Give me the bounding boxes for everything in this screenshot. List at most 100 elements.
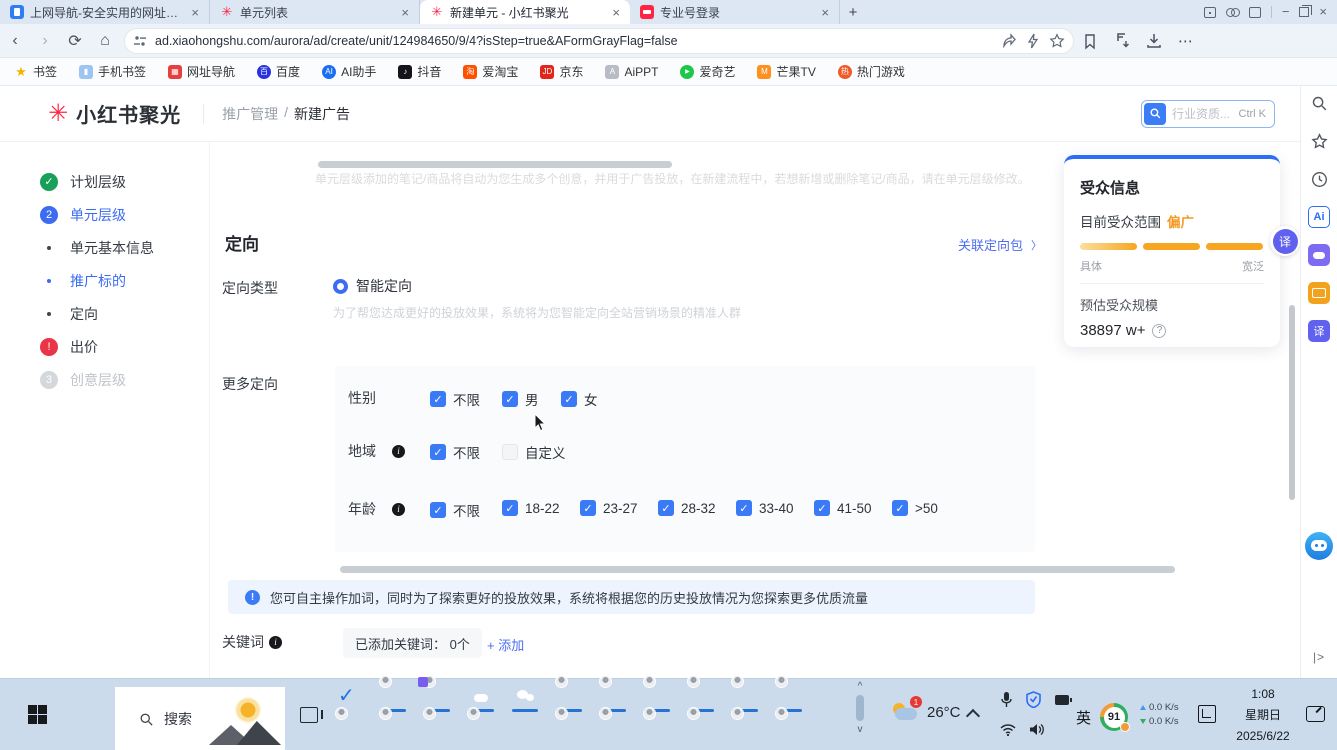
favorite-star-icon[interactable] (1049, 33, 1065, 49)
tab-close-icon[interactable]: × (819, 5, 831, 20)
scrollbar-thumb[interactable] (856, 695, 864, 721)
rail-favorites-icon[interactable] (1308, 130, 1330, 152)
checkbox-age-50plus[interactable]: ✓>50 (892, 500, 938, 516)
downloads-icon[interactable] (1145, 32, 1163, 50)
weather-sunrise-art[interactable] (209, 691, 281, 747)
hidden-icons-chevron[interactable] (966, 709, 980, 723)
taskbar-app-edge-profile[interactable] (646, 717, 668, 739)
step-promotion-target[interactable]: 推广标的 (0, 264, 209, 297)
breadcrumb-root[interactable]: 推广管理 (222, 104, 278, 124)
taskbar-clock[interactable]: 1:08 星期日 2025/6/22 (1226, 684, 1300, 747)
bookmark-baidu[interactable]: 百百度 (257, 63, 300, 80)
start-button[interactable] (28, 705, 47, 724)
taskbar-app-edge-profile[interactable] (602, 685, 624, 707)
taskbar-app-edge-profile[interactable] (470, 717, 492, 739)
taskbar-app-wechat[interactable] (514, 685, 536, 707)
taskbar-app-edge-profile[interactable] (338, 717, 360, 739)
taskbar-app-edge-profile[interactable] (602, 717, 624, 739)
bookmark-mgtv[interactable]: M芒果TV (757, 63, 815, 80)
taskbar-app-edge-profile[interactable] (734, 717, 756, 739)
checkbox-age-unlimited[interactable]: ✓不限 (430, 500, 480, 520)
task-view-button[interactable] (300, 707, 318, 723)
rail-ai-icon[interactable]: Ai (1308, 206, 1330, 228)
tab-new-unit-active[interactable]: 新建单元 - 小红书聚光 × (420, 0, 630, 24)
taskbar-app-edge-profile[interactable] (426, 717, 448, 739)
customer-service-chat-icon[interactable] (1305, 532, 1333, 560)
bookmark-iqiyi[interactable]: ▶爱奇艺 (680, 63, 735, 80)
taskbar-overflow-scrollbar[interactable]: ^ v (852, 681, 868, 749)
forward-button[interactable]: › (30, 32, 60, 50)
lightning-icon[interactable] (1025, 33, 1041, 49)
bookmark-ai[interactable]: AIAI助手 (322, 63, 376, 80)
address-bar[interactable]: ad.xiaohongshu.com/aurora/ad/create/unit… (124, 28, 1074, 54)
bookmark-shuqian[interactable]: ★书签 (14, 63, 57, 80)
rail-history-icon[interactable] (1308, 168, 1330, 190)
app-logo[interactable]: ✳ 小红书聚光 (48, 99, 181, 128)
appearance-icon[interactable] (1249, 7, 1261, 18)
checkbox-gender-male[interactable]: ✓男 (502, 389, 539, 409)
taskbar-app-edge-profile[interactable] (558, 685, 580, 707)
home-button[interactable]: ⌂ (90, 32, 120, 50)
smart-targeting-option[interactable]: 智能定向 (333, 276, 412, 296)
expand-panel-icon[interactable]: |> (1313, 650, 1325, 664)
bookmark-jd[interactable]: JD京东 (540, 63, 583, 80)
back-button[interactable]: ‹ (0, 32, 30, 50)
restore-button[interactable] (1299, 7, 1309, 17)
tab-nav-site[interactable]: 上网导航-安全实用的网址导航 × (0, 0, 210, 24)
browser-menu-icon[interactable]: ⋯ (1178, 32, 1194, 50)
checkbox-age-18-22[interactable]: ✓18-22 (502, 500, 560, 516)
ime-indicator[interactable]: 英 (1076, 707, 1091, 728)
vertical-scrollbar[interactable] (1289, 305, 1295, 500)
new-tab-button[interactable]: + (840, 0, 866, 24)
bookmark-games[interactable]: 热热门游戏 (838, 63, 905, 80)
browser-profiles-icon[interactable] (1226, 7, 1239, 17)
taskbar-app-edge-profile[interactable] (690, 685, 712, 707)
sidebar-panel-icon[interactable] (1204, 7, 1216, 18)
radio-selected-icon[interactable] (333, 279, 348, 294)
close-button[interactable]: × (1319, 0, 1327, 24)
checkbox-age-28-32[interactable]: ✓28-32 (658, 500, 716, 516)
horizontal-scrollbar[interactable] (340, 566, 1175, 573)
microphone-icon[interactable] (1000, 691, 1013, 708)
step-creative-level[interactable]: 3 创意层级 (0, 363, 209, 396)
targeting-package-link[interactable]: 关联定向包 〉 (958, 235, 1042, 254)
bookmark-taobao[interactable]: 淘爱淘宝 (463, 63, 518, 80)
tab-unit-list[interactable]: 单元列表 × (210, 0, 420, 24)
screenshot-tool-icon[interactable] (1198, 705, 1216, 723)
wifi-icon[interactable] (1000, 724, 1016, 736)
collections-icon[interactable] (1081, 32, 1099, 50)
step-bidding[interactable]: ! 出价 (0, 330, 209, 363)
taskbar-app-edge-profile[interactable] (382, 717, 404, 739)
taskbar-search-box[interactable]: 搜索 (115, 687, 285, 750)
scroll-down-icon[interactable]: v (858, 724, 863, 735)
checkbox-region-custom[interactable]: 自定义 (502, 442, 566, 462)
battery-icon[interactable] (1054, 694, 1072, 706)
history-dropdown-icon[interactable] (1113, 32, 1131, 50)
taskbar-app-edge-profile[interactable] (558, 717, 580, 739)
tab-close-icon[interactable]: × (189, 5, 201, 20)
taskbar-app-edge[interactable] (514, 717, 536, 739)
tab-close-icon[interactable]: × (610, 5, 622, 20)
checkbox-age-23-27[interactable]: ✓23-27 (580, 500, 638, 516)
taskbar-app-edge-profile[interactable] (778, 685, 800, 707)
info-icon[interactable]: i (392, 503, 405, 516)
step-unit-basic-info[interactable]: 单元基本信息 (0, 231, 209, 264)
security-shield-icon[interactable] (1026, 691, 1041, 708)
site-permissions-icon[interactable] (133, 35, 147, 47)
taskbar-app-edge-profile[interactable] (646, 685, 668, 707)
step-plan-level[interactable]: ✓ 计划层级 (0, 165, 209, 198)
info-icon[interactable]: i (269, 636, 282, 649)
scroll-up-icon[interactable]: ^ (858, 681, 863, 692)
refresh-button[interactable]: ⟳ (60, 31, 90, 51)
rail-games-icon[interactable] (1308, 244, 1330, 266)
taskbar-app-edge-profile[interactable] (734, 685, 756, 707)
rail-toolbox-icon[interactable] (1308, 282, 1330, 304)
battery-percent-ring[interactable]: 91 (1100, 703, 1128, 731)
taskbar-app-edge-ai[interactable] (426, 685, 448, 707)
share-icon[interactable] (1001, 33, 1017, 49)
step-unit-level[interactable]: 2 单元层级 (0, 198, 209, 231)
rail-translate-icon[interactable]: 译 (1308, 320, 1330, 342)
taskbar-app-checkmark[interactable]: ✓ (338, 685, 360, 707)
checkbox-gender-unlimited[interactable]: ✓不限 (430, 389, 480, 409)
taskbar-app-edge-profile[interactable] (690, 717, 712, 739)
